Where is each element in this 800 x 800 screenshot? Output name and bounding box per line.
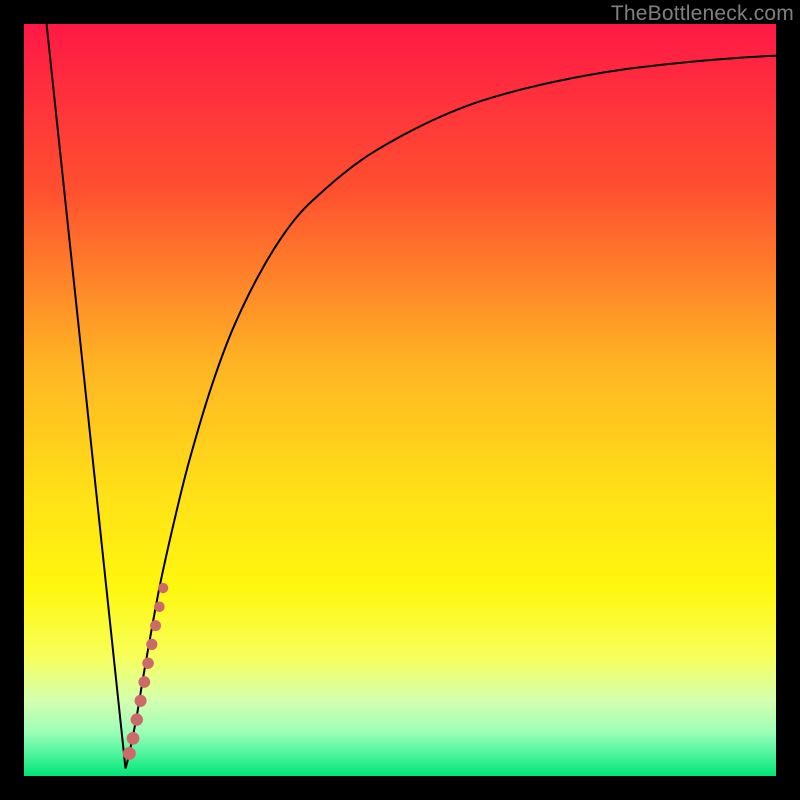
watermark-text: TheBottleneck.com — [611, 2, 794, 26]
gradient-plot-area — [24, 24, 776, 776]
chart-container: TheBottleneck.com — [0, 0, 800, 800]
